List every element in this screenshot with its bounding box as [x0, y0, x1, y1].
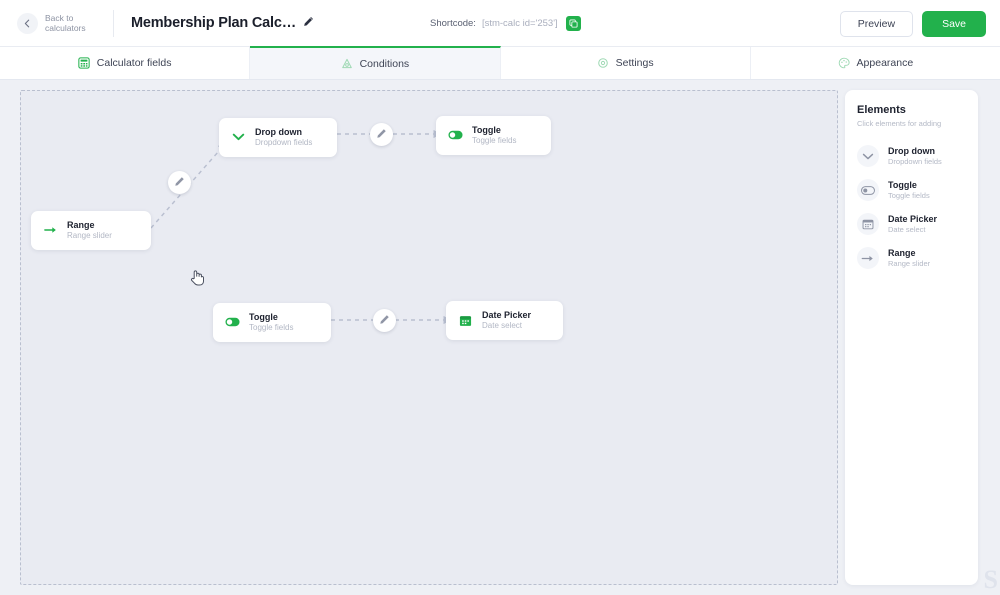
preview-button[interactable]: Preview	[839, 10, 914, 37]
connector-lines	[150, 129, 452, 325]
top-bar-actions: Preview Save	[839, 0, 986, 47]
element-item-sub: Toggle fields	[888, 190, 930, 200]
connector-edit-button-dropdown-toggle[interactable]	[370, 123, 393, 146]
canvas-node-text: Date Picker Date select	[482, 310, 531, 331]
copy-icon[interactable]	[565, 16, 581, 31]
canvas-node-text: Toggle Toggle fields	[249, 312, 293, 333]
element-item-dropdown[interactable]: Drop down Dropdown fields	[857, 145, 966, 167]
tab-conditions[interactable]: Conditions	[250, 46, 501, 79]
arrow-right-icon	[43, 224, 58, 236]
element-item-sub: Range slider	[888, 258, 931, 268]
canvas-node-sub: Toggle fields	[249, 323, 294, 333]
canvas-node-title: Drop down	[255, 127, 302, 137]
tab-bar: Calculator fields Conditions Settings Ap…	[0, 46, 1000, 80]
tab-settings[interactable]: Settings	[501, 47, 751, 79]
back-to-calculators-label: Back to calculators	[45, 13, 86, 33]
canvas-node-title: Range	[67, 220, 95, 230]
element-item-range[interactable]: Range Range slider	[857, 247, 966, 269]
pencil-icon[interactable]	[303, 14, 314, 32]
calculator-title-wrap: Membership Plan Calc…	[131, 14, 314, 32]
pencil-icon	[379, 312, 390, 330]
tab-appearance[interactable]: Appearance	[751, 47, 1000, 79]
chevron-left-icon	[17, 12, 38, 34]
canvas-node-title: Toggle	[472, 125, 501, 135]
top-bar: Back to calculators Membership Plan Calc…	[0, 0, 1000, 47]
element-item-text: Range Range slider	[888, 248, 930, 269]
pencil-icon	[174, 174, 185, 192]
canvas-node-datepicker[interactable]: Date Picker Date select	[446, 301, 563, 340]
shortcode-group: Shortcode: [stm-calc id='253']	[430, 0, 581, 47]
canvas-node-text: Range Range slider	[67, 220, 112, 241]
canvas-node-sub: Toggle fields	[472, 136, 517, 146]
toggle-icon	[225, 317, 240, 327]
chevron-down-icon	[857, 145, 879, 167]
canvas-node-text: Drop down Dropdown fields	[255, 127, 312, 148]
shortcode-label: Shortcode:	[430, 18, 476, 29]
toggle-icon	[857, 179, 879, 201]
canvas-node-text: Toggle Toggle fields	[472, 125, 516, 146]
shortcode-value[interactable]: [stm-calc id='253']	[482, 18, 558, 29]
element-item-text: Toggle Toggle fields	[888, 180, 930, 201]
tab-label: Calculator fields	[96, 57, 172, 69]
save-button[interactable]: Save	[922, 10, 986, 37]
conditions-canvas[interactable]: Range Range slider Drop down Dropdown fi…	[20, 90, 838, 585]
element-item-title: Toggle	[888, 179, 917, 190]
element-item-sub: Date select	[888, 224, 926, 234]
elements-panel: Elements Click elements for adding Drop …	[845, 90, 978, 585]
arrow-right-icon	[857, 247, 879, 269]
element-item-sub: Dropdown fields	[888, 156, 942, 166]
element-item-datepicker[interactable]: Date Picker Date select	[857, 213, 966, 235]
page-title: Membership Plan Calc…	[131, 15, 297, 31]
element-item-title: Drop down	[888, 145, 935, 156]
calendar-icon	[458, 314, 473, 327]
tab-label: Settings	[615, 57, 654, 69]
tab-label: Conditions	[359, 57, 410, 70]
tab-label: Appearance	[856, 57, 914, 69]
canvas-node-title: Toggle	[249, 312, 278, 322]
canvas-node-title: Date Picker	[482, 310, 532, 320]
element-item-text: Drop down Dropdown fields	[888, 146, 942, 167]
pencil-icon	[376, 126, 387, 144]
calculator-icon	[78, 57, 90, 69]
chevron-down-icon	[231, 132, 246, 142]
element-item-title: Date Picker	[888, 213, 938, 224]
gear-icon	[597, 57, 609, 69]
calendar-icon	[857, 213, 879, 235]
canvas-node-sub: Range slider	[67, 231, 112, 241]
connector-edit-button-toggle-datepicker[interactable]	[373, 309, 396, 332]
elements-panel-subtitle: Click elements for adding	[857, 119, 942, 128]
element-item-toggle[interactable]: Toggle Toggle fields	[857, 179, 966, 201]
canvas-node-toggle-top[interactable]: Toggle Toggle fields	[436, 116, 551, 155]
elements-list: Drop down Dropdown fields Toggle Toggle …	[857, 145, 966, 269]
canvas-node-toggle-bottom[interactable]: Toggle Toggle fields	[213, 303, 331, 342]
app-root: Back to calculators Membership Plan Calc…	[0, 0, 1000, 595]
canvas-node-sub: Date select	[482, 321, 523, 331]
canvas-node-dropdown[interactable]: Drop down Dropdown fields	[219, 118, 337, 157]
element-item-title: Range	[888, 247, 916, 258]
connector-edit-button-range-dropdown[interactable]	[168, 171, 191, 194]
canvas-node-range[interactable]: Range Range slider	[31, 211, 151, 250]
canvas-node-sub: Dropdown fields	[255, 138, 313, 148]
conditions-icon	[341, 58, 353, 70]
tab-calculator-fields[interactable]: Calculator fields	[0, 47, 251, 79]
element-item-text: Date Picker Date select	[888, 214, 937, 235]
watermark: S	[983, 565, 998, 594]
toggle-icon	[448, 130, 463, 140]
elements-panel-title: Elements	[857, 104, 906, 116]
palette-icon	[838, 57, 850, 69]
back-to-calculators-button[interactable]: Back to calculators	[17, 12, 99, 34]
header-divider	[113, 9, 114, 37]
